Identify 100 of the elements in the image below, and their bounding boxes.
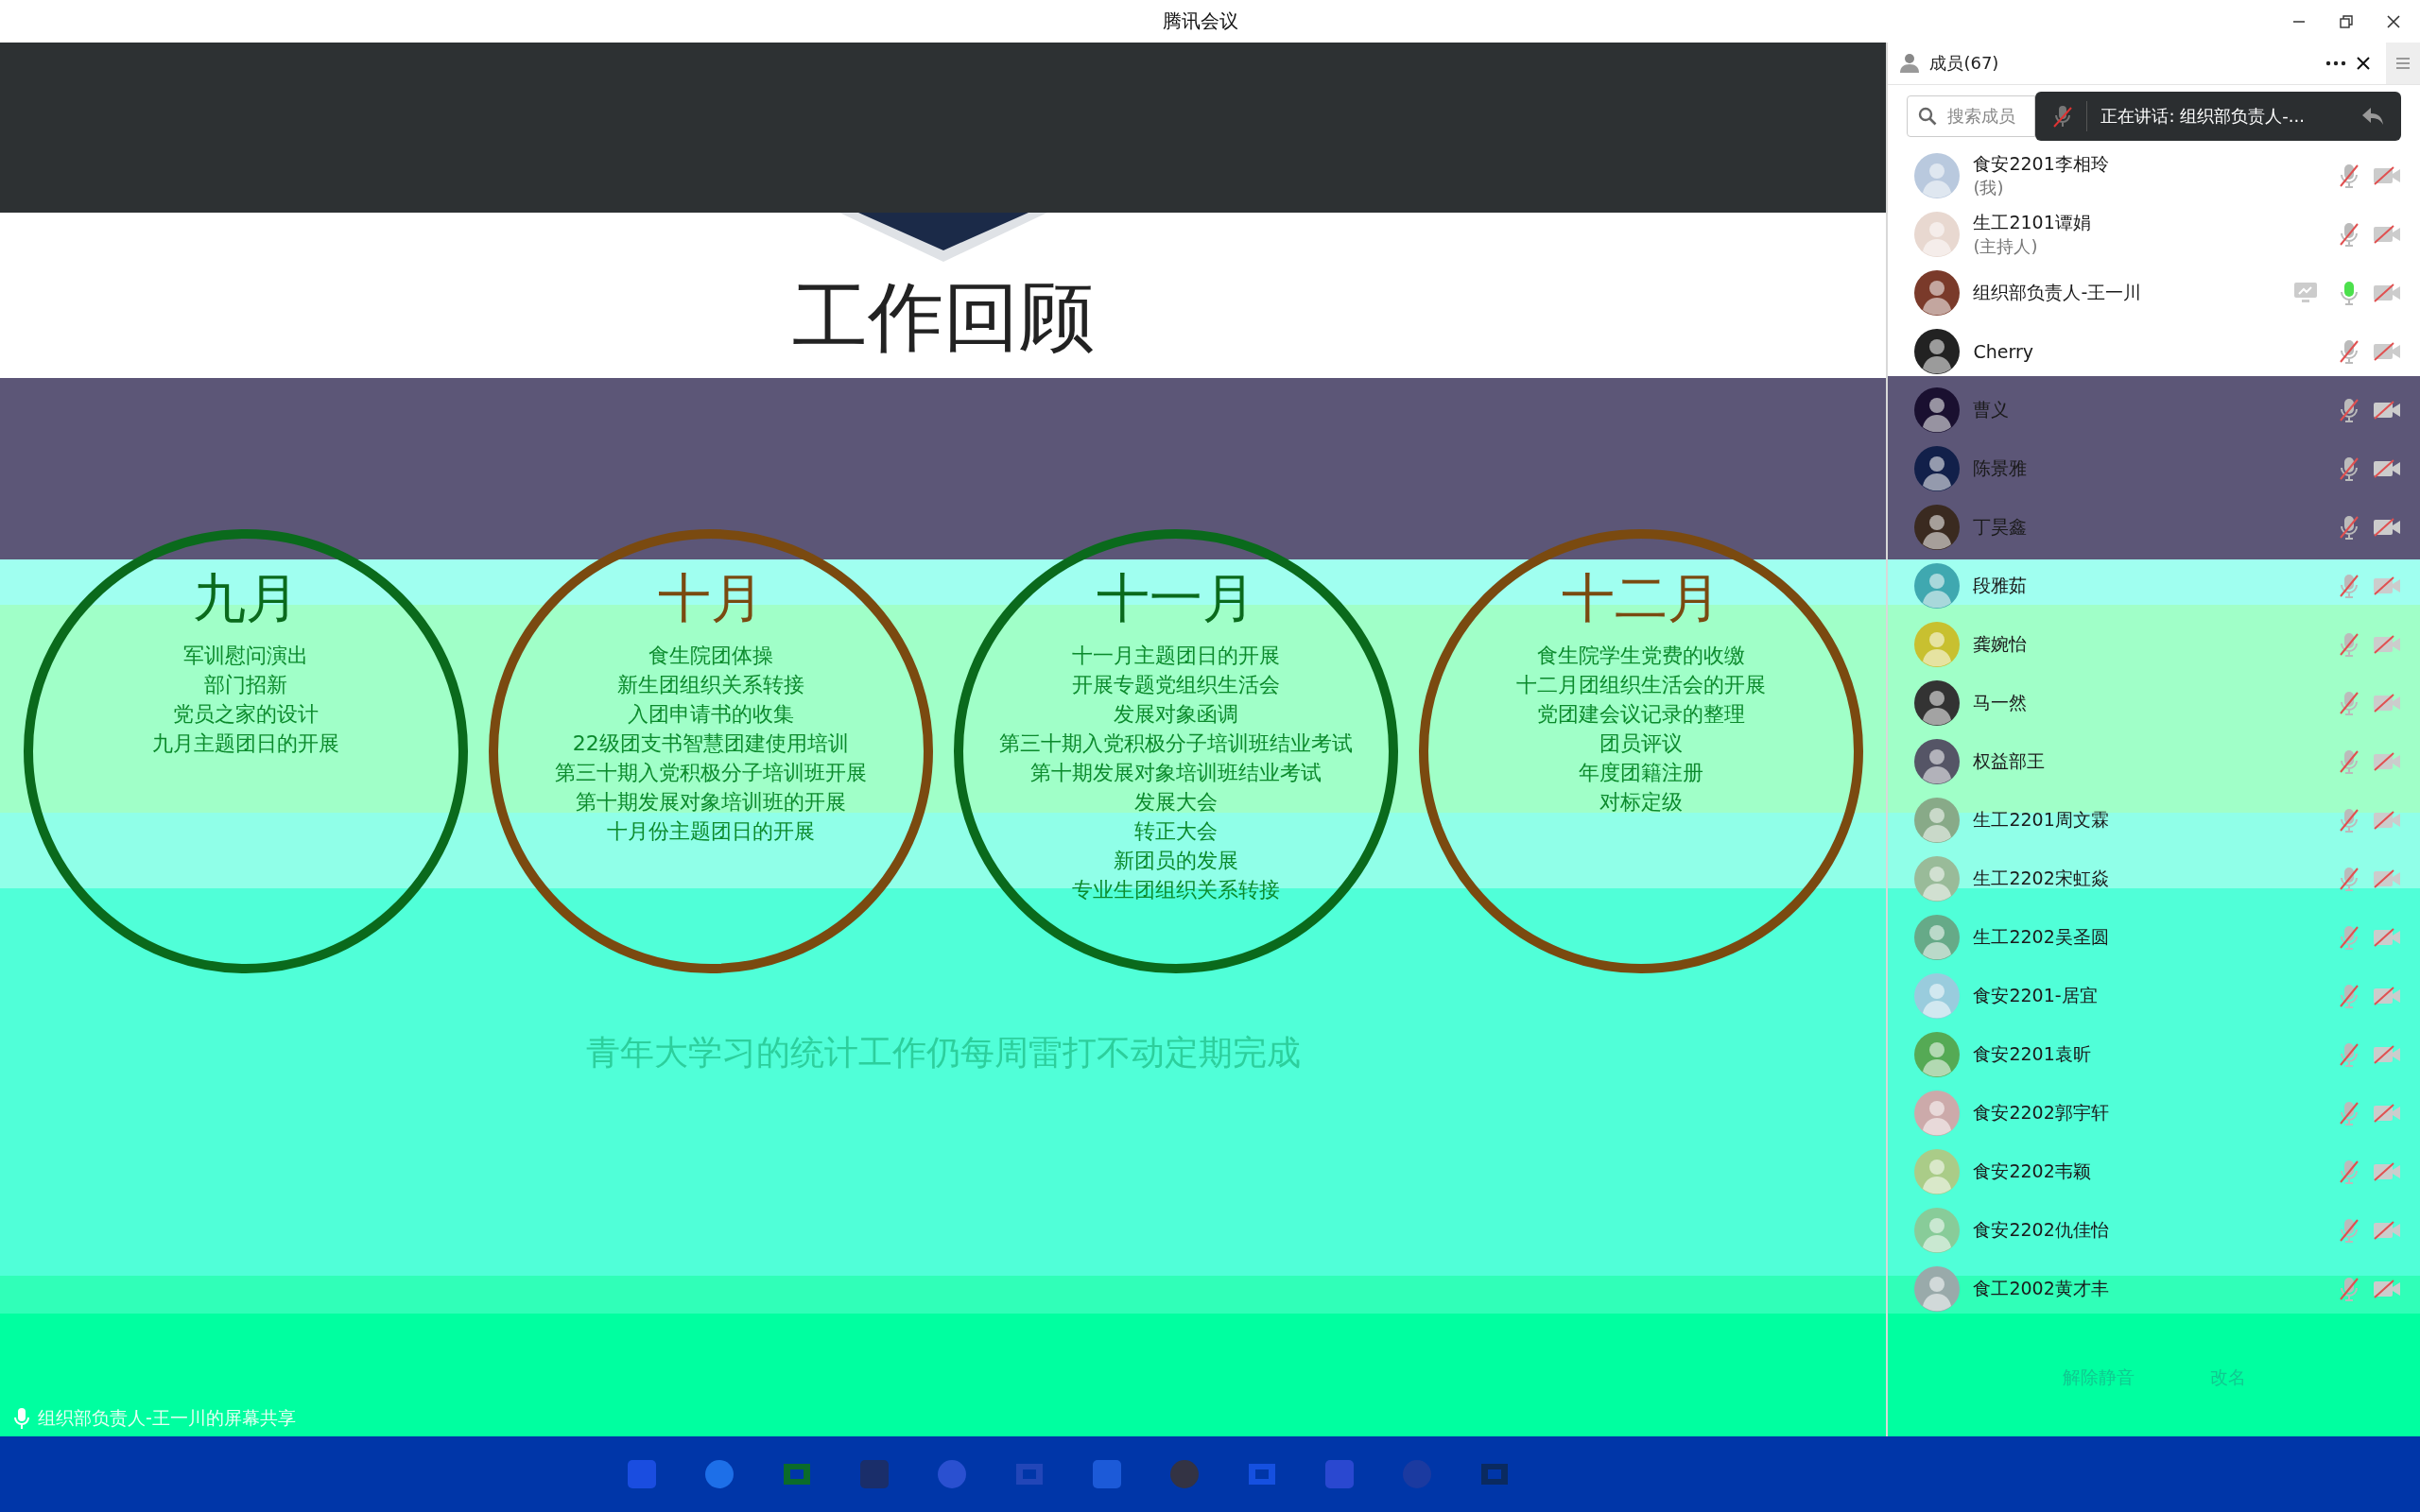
avatar	[1914, 680, 1961, 726]
camera-off-icon[interactable]	[2373, 400, 2401, 421]
member-row[interactable]: 段雅茹	[1888, 557, 2420, 615]
close-icon[interactable]	[2386, 13, 2401, 29]
month-item: 22级团支书智慧团建使用培训	[572, 730, 849, 757]
member-name: 权益部王	[1973, 749, 2047, 773]
muted-microphone-icon[interactable]	[2339, 924, 2360, 951]
camera-off-icon[interactable]	[2373, 576, 2401, 596]
member-role: (我)	[1973, 177, 2005, 199]
month-item: 转正大会	[1133, 818, 1218, 845]
muted-microphone-icon[interactable]	[2339, 631, 2360, 658]
month-item: 十二月团组织生活会的开展	[1515, 672, 1766, 698]
camera-off-icon[interactable]	[2373, 1161, 2401, 1182]
member-row[interactable]: 生工2202宋虹焱	[1888, 850, 2420, 908]
muted-microphone-icon[interactable]	[2339, 397, 2360, 423]
muted-microphone-icon[interactable]	[2339, 690, 2360, 716]
member-row[interactable]: 生工2101谭娟 (主持人)	[1888, 205, 2420, 264]
reply-arrow-icon[interactable]	[2361, 106, 2384, 126]
member-row[interactable]: 生工2201周文霖	[1888, 791, 2420, 850]
month-item: 新团员的发展	[1113, 848, 1238, 874]
microphone-icon[interactable]	[2339, 280, 2360, 306]
camera-off-icon[interactable]	[2373, 458, 2401, 479]
more-icon[interactable]	[2325, 60, 2346, 66]
taskbar-app-icon[interactable]	[1091, 1458, 1123, 1490]
member-row[interactable]: 食工2002黄才丰	[1888, 1260, 2420, 1318]
member-row[interactable]: 食安2201李相玲 (我)	[1888, 146, 2420, 205]
muted-microphone-icon[interactable]	[2339, 1159, 2360, 1185]
camera-off-icon[interactable]	[2373, 1279, 2401, 1299]
muted-microphone-icon[interactable]	[2339, 807, 2360, 833]
muted-microphone-icon[interactable]	[2339, 573, 2360, 599]
camera-off-icon[interactable]	[2373, 986, 2401, 1006]
camera-off-icon[interactable]	[2373, 341, 2401, 362]
member-row[interactable]: 生工2202吴圣圆	[1888, 908, 2420, 967]
member-name: 生工2101谭娟	[1973, 211, 2092, 234]
member-name: 丁昊鑫	[1973, 515, 2029, 539]
camera-off-icon[interactable]	[2373, 517, 2401, 538]
slide-footer-text: 青年大学习的统计工作仍每周雷打不动定期完成	[585, 1032, 1301, 1074]
member-row[interactable]: 权益部王	[1888, 732, 2420, 791]
toast-text: 正在讲话: 组织部负责人-...	[2100, 104, 2305, 128]
camera-off-icon[interactable]	[2373, 634, 2401, 655]
muted-microphone-icon[interactable]	[2339, 514, 2360, 541]
member-name: 食安2201袁昕	[1973, 1042, 2092, 1066]
avatar	[1914, 798, 1961, 843]
month-item: 年度团籍注册	[1578, 760, 1703, 786]
muted-microphone-icon[interactable]	[2339, 1217, 2360, 1244]
muted-microphone-icon[interactable]	[2339, 1041, 2360, 1068]
camera-off-icon[interactable]	[2373, 868, 2401, 889]
camera-off-icon[interactable]	[2373, 751, 2401, 772]
member-row[interactable]: 食安2201-居宜	[1888, 967, 2420, 1025]
member-name: 曹义	[1973, 398, 2011, 421]
avatar	[1914, 1266, 1961, 1312]
taskbar-app-icon[interactable]	[703, 1458, 735, 1490]
close-icon[interactable]	[2356, 56, 2371, 71]
member-row[interactable]: 食安2202韦颖	[1888, 1143, 2420, 1201]
muted-microphone-icon	[2052, 103, 2074, 129]
camera-off-icon[interactable]	[2373, 224, 2401, 245]
member-row[interactable]: 马一然	[1888, 674, 2420, 732]
camera-off-icon[interactable]	[2373, 165, 2401, 186]
muted-microphone-icon[interactable]	[2339, 866, 2360, 892]
muted-microphone-icon[interactable]	[2339, 455, 2360, 482]
window-title: 腾讯会议	[1163, 9, 1238, 34]
month-title: 九月	[192, 567, 299, 629]
member-row[interactable]: 食安2202仇佳怡	[1888, 1201, 2420, 1260]
muted-microphone-icon[interactable]	[2339, 983, 2360, 1009]
month-item: 发展大会	[1133, 789, 1218, 816]
camera-off-icon[interactable]	[2373, 1220, 2401, 1241]
month-item: 部门招新	[203, 672, 287, 698]
camera-off-icon[interactable]	[2373, 1103, 2401, 1124]
camera-off-icon[interactable]	[2373, 283, 2401, 303]
slide-title: 工作回顾	[791, 272, 1095, 363]
member-row[interactable]: 龚婉怡	[1888, 615, 2420, 674]
member-row[interactable]: 食安2202郭宇轩	[1888, 1084, 2420, 1143]
restore-icon[interactable]	[2339, 13, 2354, 29]
member-name: 食安2202郭宇轩	[1973, 1101, 2110, 1125]
month-item: 食生院团体操	[648, 643, 773, 669]
member-name: 生工2202宋虹焱	[1973, 867, 2110, 890]
muted-microphone-icon[interactable]	[2339, 221, 2360, 248]
camera-off-icon[interactable]	[2373, 927, 2401, 948]
member-name: Cherry	[1973, 341, 2034, 362]
month-item: 十一月主题团日的开展	[1071, 643, 1280, 669]
muted-microphone-icon[interactable]	[2339, 163, 2360, 189]
muted-microphone-icon[interactable]	[2339, 748, 2360, 775]
muted-microphone-icon[interactable]	[2339, 1276, 2360, 1302]
avatar	[1914, 1032, 1961, 1077]
camera-off-icon[interactable]	[2373, 810, 2401, 831]
search-field[interactable]: 搜索成员	[1907, 94, 2036, 137]
muted-microphone-icon[interactable]	[2339, 338, 2360, 365]
camera-off-icon[interactable]	[2373, 1044, 2401, 1065]
camera-off-icon[interactable]	[2373, 693, 2401, 713]
menu-button[interactable]	[2386, 43, 2420, 84]
member-row[interactable]: 食安2201袁昕	[1888, 1025, 2420, 1084]
search-icon	[1918, 106, 1938, 126]
month-item: 入团申请书的收集	[627, 701, 794, 728]
muted-microphone-icon[interactable]	[2339, 1100, 2360, 1126]
avatar	[1914, 387, 1961, 433]
avatar	[1914, 446, 1961, 491]
avatar	[1914, 270, 1961, 316]
member-row[interactable]: Cherry	[1888, 322, 2420, 381]
month-item: 第三十期入党积极分子培训班开展	[554, 760, 867, 786]
member-row[interactable]: 组织部负责人-王一川	[1888, 264, 2420, 322]
